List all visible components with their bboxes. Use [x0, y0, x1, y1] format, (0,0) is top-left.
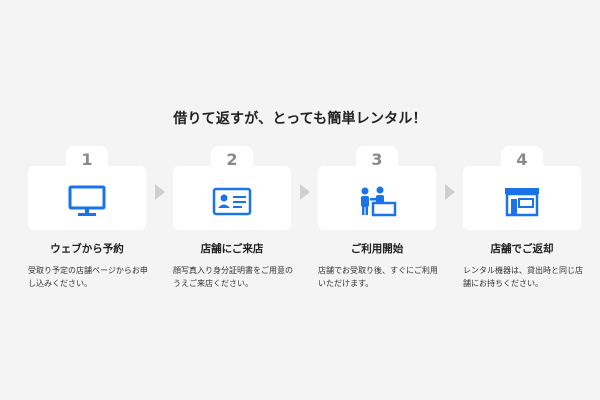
- step-title: 店舗にご来店: [200, 243, 264, 255]
- step-title: ご利用開始: [350, 243, 404, 255]
- step-title: 店舗でご返却: [490, 243, 554, 255]
- step-number: 3: [371, 150, 383, 169]
- step-description: 顔写真入り身分証明書をご用意のうえご来店ください。: [173, 266, 293, 288]
- chevron-right-icon: [445, 184, 455, 200]
- id-card-icon: [212, 187, 252, 216]
- chevron-right-icon: [300, 184, 310, 200]
- step-title: ウェブから予約: [50, 243, 124, 255]
- step-description: レンタル機器は、貸出時と同じ店舗にお持ちください。: [463, 266, 583, 288]
- step-description: 店舗でお受取り後、すぐにご利用いただけます。: [318, 266, 438, 288]
- counter-staff-icon: [361, 186, 397, 217]
- step-number: 4: [516, 150, 528, 169]
- chevron-right-icon: [155, 184, 165, 200]
- rental-steps: 1 ウェブから予約 受取り予定の店舗ページからお申し込みください。 2 店舗にご…: [0, 0, 600, 400]
- monitor-icon: [68, 185, 106, 216]
- store-icon: [505, 188, 539, 217]
- step-description: 受取り予定の店舗ページからお申し込みください。: [28, 266, 148, 288]
- step-number: 1: [81, 150, 93, 169]
- step-number: 2: [226, 150, 238, 169]
